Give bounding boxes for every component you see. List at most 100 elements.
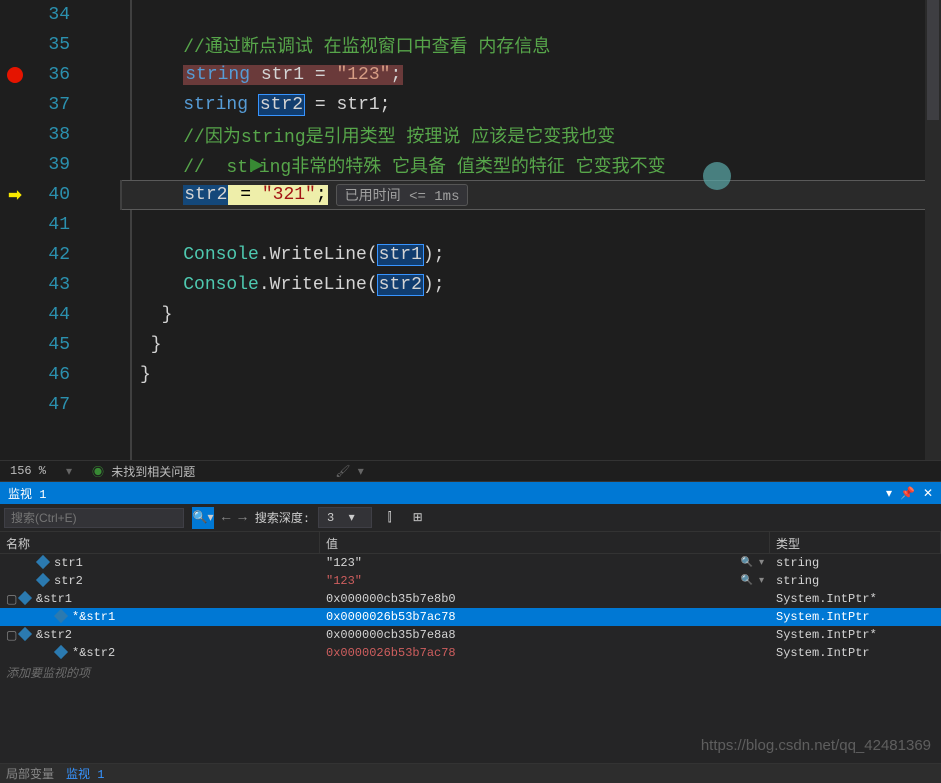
watch-header-row: 名称 值 类型: [0, 532, 941, 554]
code-line[interactable]: str2 = "321";已用时间 <= 1ms: [120, 180, 941, 210]
line-number: 47: [30, 395, 80, 415]
expander-icon[interactable]: ▢: [6, 592, 16, 607]
issues-text: 未找到相关问题: [111, 466, 195, 480]
var-value: "123": [326, 556, 362, 570]
depth-select[interactable]: 3 ▾: [318, 507, 372, 528]
var-value: 0x0000026b53b7ac78: [326, 646, 456, 660]
watermark-text: https://blog.csdn.net/qq_42481369: [701, 737, 931, 754]
editor-status-bar: 156 % ▾ ◉ 未找到相关问题 🖌 ▾: [0, 460, 941, 482]
perf-tip[interactable]: 已用时间 <= 1ms: [336, 184, 469, 206]
var-type: System.IntPtr: [770, 609, 941, 625]
line-number: 34: [30, 5, 80, 25]
variable-icon: [20, 593, 32, 605]
code-line[interactable]: Console.WriteLine(str2);: [130, 270, 941, 300]
variable-icon: [56, 611, 68, 623]
watch-panel-titlebar[interactable]: 监视 1 ▾ 📌 ✕: [0, 482, 941, 504]
var-name: *&str2: [72, 646, 115, 660]
depth-label: 搜索深度:: [255, 509, 310, 526]
zoom-level[interactable]: 156 %: [10, 464, 46, 478]
line-number: 41: [30, 215, 80, 235]
code-area[interactable]: //通过断点调试 在监视窗口中查看 内存信息 string str1 = "12…: [130, 0, 941, 460]
line-number: 45: [30, 335, 80, 355]
watch-row[interactable]: str1 "123" 🔍 ▾ string: [0, 554, 941, 572]
code-line[interactable]: ▶ // string非常的特殊 它具备 值类型的特征 它变我不变: [130, 150, 941, 180]
vertical-scrollbar[interactable]: [925, 0, 941, 460]
nav-back-icon[interactable]: ←: [222, 510, 230, 526]
watch-row[interactable]: ▢ &str2 0x000000cb35b7e8a8 System.IntPtr*: [0, 626, 941, 644]
var-type: System.IntPtr: [770, 645, 941, 661]
var-value: 0x0000026b53b7ac78: [326, 610, 456, 624]
var-type: System.IntPtr*: [770, 591, 941, 607]
code-line[interactable]: //通过断点调试 在监视窗口中查看 内存信息: [130, 30, 941, 60]
code-line[interactable]: Console.WriteLine(str1);: [130, 240, 941, 270]
var-name: &str2: [36, 628, 72, 642]
var-name: *&str1: [72, 610, 115, 624]
expander-icon[interactable]: ▢: [6, 628, 16, 643]
line-number: 46: [30, 365, 80, 385]
line-number: 44: [30, 305, 80, 325]
panel-title-text: 监视 1: [8, 485, 46, 502]
search-icon[interactable]: 🔍▾: [192, 507, 214, 529]
cursor-indicator: [703, 162, 731, 190]
code-editor[interactable]: 34 35 36 37 38 39 ➡ 40 41 42 43 44 45 46 47 //通过断点调试 在…: [0, 0, 941, 460]
breakpoint-icon[interactable]: [7, 67, 23, 83]
filter-icon[interactable]: ⫿: [380, 508, 400, 528]
line-number: 36: [30, 65, 80, 85]
var-name: &str1: [36, 592, 72, 606]
add-watch-item[interactable]: 添加要监视的项: [0, 662, 941, 683]
code-line[interactable]: string str1 = "123";: [130, 60, 941, 90]
var-type: string: [770, 573, 941, 589]
close-icon[interactable]: ✕: [923, 486, 933, 501]
code-line[interactable]: [130, 0, 941, 30]
line-number: 39: [30, 155, 80, 175]
current-line-arrow-icon: ➡: [8, 185, 21, 205]
var-type: System.IntPtr*: [770, 627, 941, 643]
var-name: str1: [54, 556, 83, 570]
var-name: str2: [54, 574, 83, 588]
code-line[interactable]: [130, 390, 941, 420]
line-number: 42: [30, 245, 80, 265]
code-line[interactable]: }: [130, 300, 941, 330]
line-number: 40: [30, 185, 80, 205]
variable-icon: [20, 629, 32, 641]
brush-icon[interactable]: 🖌 ▾: [335, 464, 363, 479]
var-value: 0x000000cb35b7e8a8: [326, 628, 456, 642]
line-number: 38: [30, 125, 80, 145]
editor-gutter: 34 35 36 37 38 39 ➡ 40 41 42 43 44 45 46 47: [0, 0, 130, 460]
nav-forward-icon[interactable]: →: [238, 510, 246, 526]
header-value[interactable]: 值: [320, 532, 770, 553]
var-type: string: [770, 555, 941, 571]
check-icon: ◉: [92, 466, 104, 480]
code-line[interactable]: }: [130, 330, 941, 360]
header-type[interactable]: 类型: [770, 532, 941, 553]
variable-icon: [56, 647, 68, 659]
variable-icon: [38, 557, 50, 569]
grid-icon[interactable]: ⊞: [408, 508, 428, 528]
magnify-icon[interactable]: 🔍 ▾: [741, 575, 764, 587]
watch-toolbar: 🔍▾ ← → 搜索深度: 3 ▾ ⫿ ⊞: [0, 504, 941, 532]
magnify-icon[interactable]: 🔍 ▾: [741, 557, 764, 569]
watch-row[interactable]: *&str2 0x0000026b53b7ac78 System.IntPtr: [0, 644, 941, 662]
var-value: 0x000000cb35b7e8b0: [326, 592, 456, 606]
dropdown-icon[interactable]: ▾: [886, 486, 892, 501]
play-icon[interactable]: ▶: [250, 154, 264, 176]
watch-row[interactable]: ▢ &str1 0x000000cb35b7e8b0 System.IntPtr*: [0, 590, 941, 608]
watch-row[interactable]: str2 "123" 🔍 ▾ string: [0, 572, 941, 590]
code-line[interactable]: string str2 = str1;: [130, 90, 941, 120]
code-line[interactable]: [130, 210, 941, 240]
line-number: 37: [30, 95, 80, 115]
code-line[interactable]: //因为string是引用类型 按理说 应该是它变我也变: [130, 120, 941, 150]
line-number: 35: [30, 35, 80, 55]
line-number: 43: [30, 275, 80, 295]
tab-locals[interactable]: 局部变量: [6, 765, 54, 782]
bottom-tabs[interactable]: 局部变量 监视 1: [0, 763, 941, 783]
header-name[interactable]: 名称: [0, 532, 320, 553]
search-input[interactable]: [4, 508, 184, 528]
code-line[interactable]: }: [130, 360, 941, 390]
watch-row[interactable]: *&str1 0x0000026b53b7ac78 System.IntPtr: [0, 608, 941, 626]
watch-table[interactable]: 名称 值 类型 str1"123"🔍 ▾stringstr2"123"🔍 ▾st…: [0, 532, 941, 763]
var-value: "123": [326, 574, 362, 588]
tab-watch1[interactable]: 监视 1: [66, 765, 104, 782]
pin-icon[interactable]: 📌: [900, 486, 915, 501]
variable-icon: [38, 575, 50, 587]
